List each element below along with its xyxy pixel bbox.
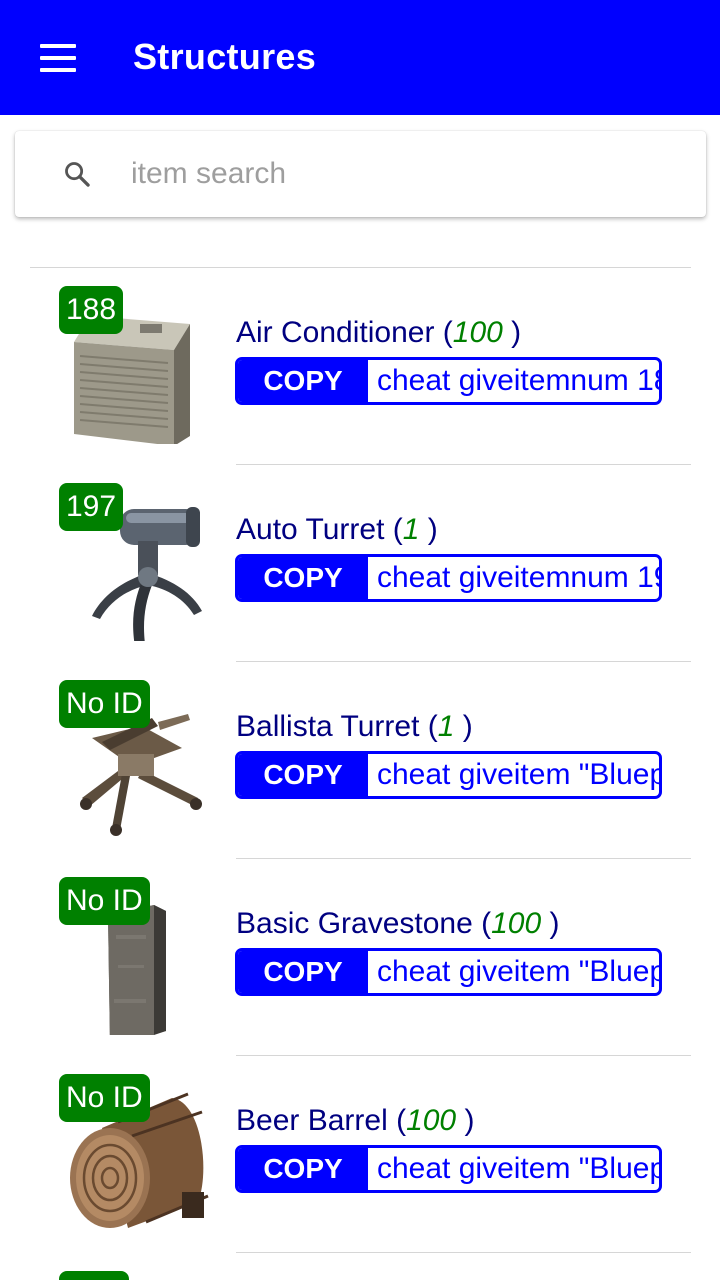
item-id-badge: No ID [59,877,150,925]
item-id-badge: No ID [59,680,150,728]
list-item[interactable]: 197 Auto Turret (1 ) COPY cheat giveitem… [0,465,720,662]
item-id-badge: 188 [59,286,124,334]
cheat-command-text[interactable]: cheat giveitem "Bluep [377,1148,659,1190]
item-name: Air Conditioner (100 ) [236,316,522,349]
item-id-badge: No ID [59,1074,150,1122]
copy-button[interactable]: COPY [238,1148,368,1190]
item-name: Basic Gravestone (100 ) [236,907,560,940]
copy-button[interactable]: COPY [238,951,368,993]
item-name: Auto Turret (1 ) [236,513,438,546]
cheat-command-box: COPY cheat giveitem "Bluep [235,948,662,996]
cheat-command-box: COPY cheat giveitem "Bluep [235,1145,662,1193]
hamburger-menu-icon[interactable] [40,44,76,72]
copy-button[interactable]: COPY [238,360,368,402]
item-name: Ballista Turret (1 ) [236,710,473,743]
app-bar: Structures [0,0,720,115]
list-item[interactable]: 188 Air Conditioner (100 ) COPY cheat gi… [0,268,720,465]
cheat-command-box: COPY cheat giveitemnum 18 [235,357,662,405]
item-id-badge: 197 [59,483,124,531]
search-bar [15,131,706,217]
cheat-command-box: COPY cheat giveitem "Bluep [235,751,662,799]
item-quantity: 100 [491,907,542,940]
list-item[interactable]: No ID Ballista Turret (1 ) COPY cheat gi… [0,662,720,859]
search-input[interactable] [131,149,691,199]
list-item[interactable]: No ID Basic Gravestone (100 ) COPY cheat… [0,859,720,1056]
list-item[interactable] [0,1253,720,1280]
cheat-command-text[interactable]: cheat giveitem "Bluep [377,754,659,796]
cheat-command-box: COPY cheat giveitemnum 19 [235,554,662,602]
list-item[interactable]: No ID Beer Barrel (100 ) COPY cheat give… [0,1056,720,1253]
copy-button[interactable]: COPY [238,754,368,796]
item-quantity: 1 [402,513,420,546]
copy-button[interactable]: COPY [238,557,368,599]
page-title: Structures [133,36,317,77]
search-icon[interactable] [63,160,91,188]
cheat-command-text[interactable]: cheat giveitemnum 18 [377,360,659,402]
item-quantity: 1 [437,710,455,743]
cheat-command-text[interactable]: cheat giveitemnum 19 [377,557,659,599]
item-id-badge [59,1271,129,1280]
cheat-command-text[interactable]: cheat giveitem "Bluep [377,951,659,993]
item-quantity: 100 [452,316,503,349]
item-quantity: 100 [406,1104,457,1137]
item-name: Beer Barrel (100 ) [236,1104,475,1137]
